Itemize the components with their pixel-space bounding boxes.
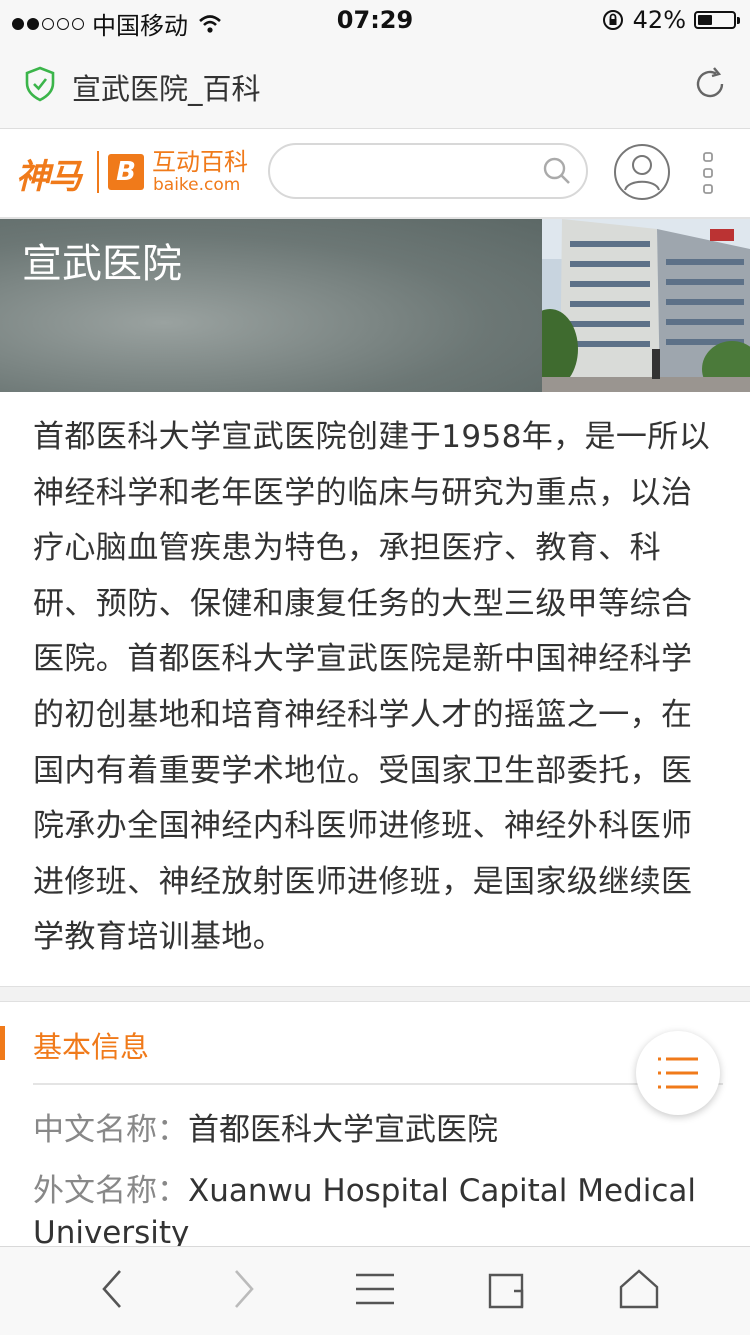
info-row-foreign-name: 外文名称：Xuanwu Hospital Capital Medical Uni… [33,1170,723,1254]
status-bar: 中国移动 07:29 42% [0,0,750,40]
tabs-icon[interactable] [486,1267,528,1311]
heading-rule [33,1083,723,1085]
shenma-logo[interactable]: 神马 [16,149,82,198]
orientation-lock-icon [602,10,623,30]
menu-icon[interactable] [354,1267,396,1311]
logo-divider [97,151,99,193]
section-divider [0,986,750,1002]
table-of-contents-button[interactable] [636,1031,720,1115]
page-title[interactable]: 宣武医院_百科 [72,66,261,108]
info-row-chinese-name: 中文名称：首都医科大学宣武医院 [33,1104,498,1149]
bottom-toolbar [0,1246,750,1335]
home-icon[interactable] [618,1267,660,1311]
battery-percent: 42% [632,6,686,34]
entry-title: 宣武医院 [22,241,182,287]
info-value: 首都医科大学宣武医院 [188,1112,498,1148]
info-label: 中文名称： [33,1112,188,1148]
refresh-icon[interactable] [690,64,730,104]
hero-banner: 宣武医院 [0,219,750,392]
forward-arrow-icon[interactable] [228,1267,258,1311]
address-bar[interactable]: 宣武医院_百科 [0,40,750,129]
entry-summary: 首都医科大学宣武医院创建于1958年，是一所以神经科学和老年医学的临床与研究为重… [33,419,711,956]
list-menu-icon [658,1057,698,1089]
status-right: 42% [601,6,740,34]
user-avatar-icon[interactable] [613,143,671,201]
baike-logo-domain[interactable]: baike.com [153,175,240,195]
battery-icon [694,11,740,29]
back-arrow-icon[interactable] [98,1267,128,1311]
info-label: 外文名称： [33,1173,188,1209]
shield-check-icon [25,66,55,102]
search-input[interactable] [268,143,588,199]
section-accent-bar [0,1026,5,1060]
baike-logo-text[interactable]: 互动百科 [152,149,248,175]
search-icon[interactable] [542,156,572,186]
more-vertical-icon[interactable] [702,151,714,195]
baike-logo-mark[interactable]: B [108,154,144,190]
basic-info-heading[interactable]: 基本信息 [33,1024,149,1066]
hospital-photo[interactable] [542,219,750,392]
site-header: 神马 B 互动百科 baike.com [0,129,750,219]
